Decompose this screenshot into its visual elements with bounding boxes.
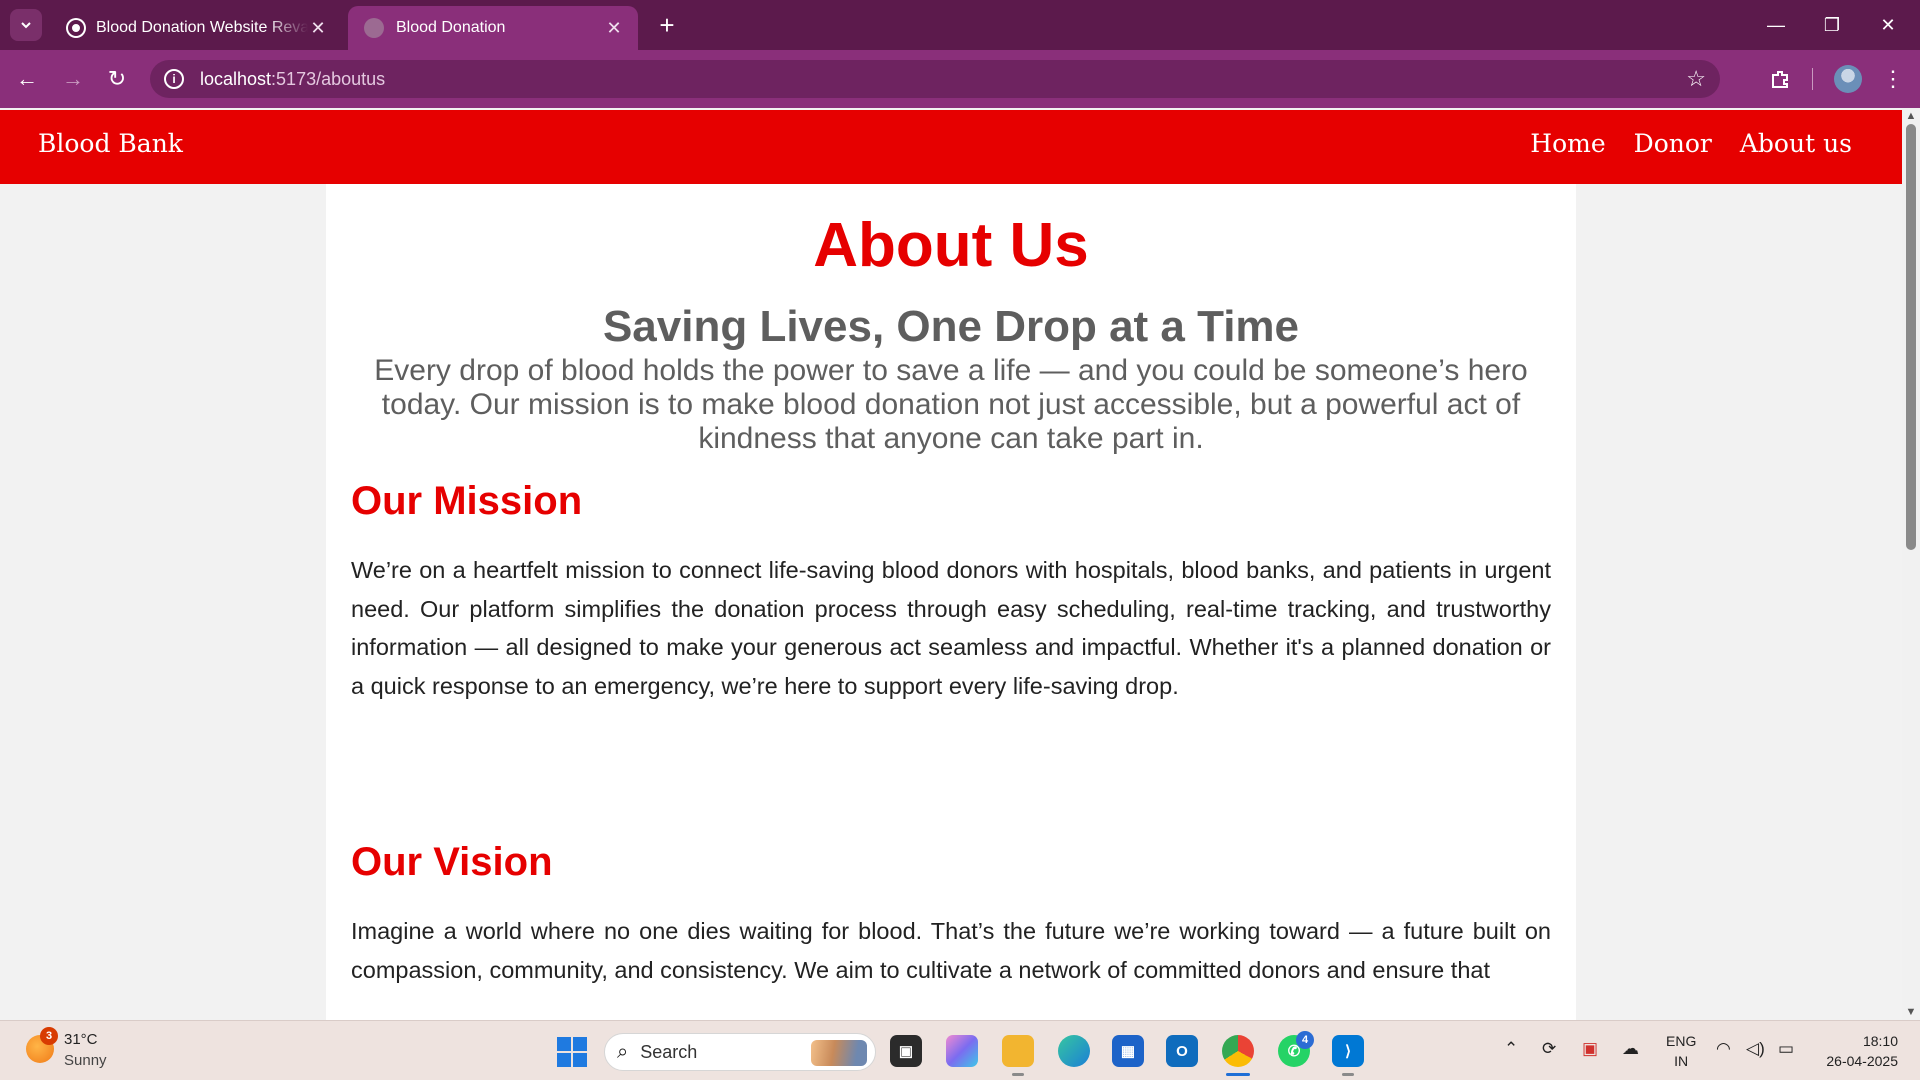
bookmark-star-icon[interactable]: ☆ — [1686, 66, 1706, 92]
chatgpt-favicon-icon — [68, 20, 84, 36]
nav-link-home[interactable]: Home — [1530, 129, 1605, 158]
address-bar[interactable]: i localhost:5173/aboutus ☆ — [150, 60, 1720, 98]
whatsapp-unread-badge: 4 — [1296, 1031, 1314, 1049]
browser-tab-strip: Blood Donation Website Revamp ✕ Blood Do… — [0, 0, 1920, 50]
sync-icon[interactable]: ⟳ — [1542, 1039, 1556, 1059]
address-url[interactable]: localhost:5173/aboutus — [200, 69, 385, 90]
extensions-puzzle-icon[interactable] — [1764, 63, 1796, 95]
taskbar-search[interactable]: ⌕ Search — [604, 1033, 876, 1071]
onedrive-cloud-icon[interactable]: ☁ — [1622, 1039, 1639, 1059]
language-indicator[interactable]: ENG IN — [1666, 1031, 1696, 1071]
tab-blood-donation-website-revamp[interactable]: Blood Donation Website Revamp ✕ — [52, 6, 342, 50]
language-code: ENG — [1666, 1033, 1697, 1049]
tab-search-button[interactable] — [10, 9, 42, 41]
tab-title: Blood Donation Website Revamp — [96, 19, 308, 36]
show-hidden-icons-chevron-icon[interactable]: ⌃ — [1504, 1039, 1518, 1059]
chrome-active-indicator — [1226, 1073, 1250, 1076]
intro-paragraph: Every drop of blood holds the power to s… — [374, 354, 1528, 455]
browser-toolbar: ← → ↻ i localhost:5173/aboutus ☆ ⋮ — [0, 50, 1920, 108]
edge-browser-icon[interactable] — [1058, 1035, 1090, 1067]
vision-paragraph: Imagine a world where no one dies waitin… — [351, 918, 1551, 983]
minimize-icon[interactable]: — — [1748, 8, 1804, 42]
site-nav-links: Home Donor About us — [1530, 129, 1852, 158]
new-tab-button[interactable]: + — [650, 8, 684, 42]
mission-heading: Our Mission — [351, 479, 583, 523]
volume-icon[interactable]: ◁) — [1746, 1039, 1765, 1059]
search-highlight-image — [811, 1040, 867, 1066]
clock-date: 26-04-2025 — [1826, 1053, 1898, 1069]
reload-icon[interactable]: ↻ — [100, 62, 134, 96]
nav-link-donor[interactable]: Donor — [1634, 129, 1712, 158]
copilot-icon[interactable] — [946, 1035, 978, 1067]
file-explorer-icon[interactable] — [1002, 1035, 1034, 1067]
microsoft-store-icon[interactable]: ▦ — [1112, 1035, 1144, 1067]
vscode-icon[interactable]: ⟩ — [1332, 1035, 1364, 1067]
task-view-icon[interactable]: ▣ — [890, 1035, 922, 1067]
page-title: About Us — [813, 211, 1089, 280]
scroll-up-icon[interactable]: ▲ — [1905, 110, 1917, 122]
back-arrow-icon[interactable]: ← — [10, 62, 44, 96]
wifi-icon[interactable]: ◠ — [1716, 1039, 1731, 1059]
weather-condition[interactable]: Sunny — [64, 1052, 107, 1069]
about-content-card: About Us Saving Lives, One Drop at a Tim… — [326, 184, 1576, 1020]
vision-heading: Our Vision — [351, 840, 553, 884]
toolbar-separator — [1812, 68, 1813, 90]
close-tab-icon[interactable]: ✕ — [604, 18, 624, 39]
page-viewport: Blood Bank Home Donor About us About Us … — [0, 108, 1902, 1020]
chevron-down-icon — [21, 22, 31, 29]
search-icon: ⌕ — [617, 1040, 629, 1063]
page-scrollbar[interactable]: ▲ ▼ — [1902, 108, 1920, 1020]
file-explorer-running-indicator — [1012, 1073, 1024, 1076]
site-info-icon[interactable]: i — [164, 69, 184, 89]
close-tab-icon[interactable]: ✕ — [308, 18, 328, 39]
scrollbar-thumb[interactable] — [1906, 124, 1916, 550]
forward-arrow-icon[interactable]: → — [56, 62, 90, 96]
url-path: :5173/aboutus — [271, 68, 386, 89]
globe-favicon-icon — [364, 18, 384, 38]
calendar-app-icon[interactable]: ▣ — [1582, 1039, 1598, 1059]
battery-icon[interactable]: ▭ — [1778, 1039, 1794, 1059]
chrome-icon[interactable] — [1222, 1035, 1254, 1067]
site-navbar: Blood Bank Home Donor About us — [0, 110, 1902, 184]
url-host: localhost — [200, 68, 272, 89]
mission-paragraph: We’re on a heartfelt mission to connect … — [351, 557, 1551, 699]
system-clock[interactable]: 18:10 26-04-2025 — [1816, 1031, 1898, 1071]
tab-title: Blood Donation — [396, 19, 506, 36]
more-menu-icon[interactable]: ⋮ — [1880, 62, 1906, 96]
weather-alert-badge: 3 — [40, 1027, 58, 1045]
weather-temperature[interactable]: 31°C — [64, 1031, 98, 1048]
restore-icon[interactable]: ❐ — [1804, 8, 1860, 42]
vscode-running-indicator — [1342, 1073, 1354, 1076]
tab-blood-donation[interactable]: Blood Donation ✕ — [348, 6, 638, 50]
profile-avatar[interactable] — [1834, 65, 1862, 93]
language-region: IN — [1674, 1053, 1689, 1069]
scroll-down-icon[interactable]: ▼ — [1905, 1006, 1917, 1018]
windows-taskbar: 3 31°C Sunny ⌕ Search ▣ ▦ O ✆ 4 ⟩ ⌃ ⟳ ▣ … — [0, 1020, 1920, 1080]
outlook-icon[interactable]: O — [1166, 1035, 1198, 1067]
nav-link-about-us[interactable]: About us — [1740, 129, 1852, 158]
page-tagline: Saving Lives, One Drop at a Time — [602, 302, 1300, 351]
close-window-icon[interactable]: ✕ — [1860, 8, 1916, 42]
clock-time: 18:10 — [1862, 1033, 1898, 1049]
site-brand[interactable]: Blood Bank — [38, 129, 183, 158]
windows-start-icon[interactable] — [557, 1037, 587, 1067]
search-label: Search — [640, 1041, 698, 1062]
